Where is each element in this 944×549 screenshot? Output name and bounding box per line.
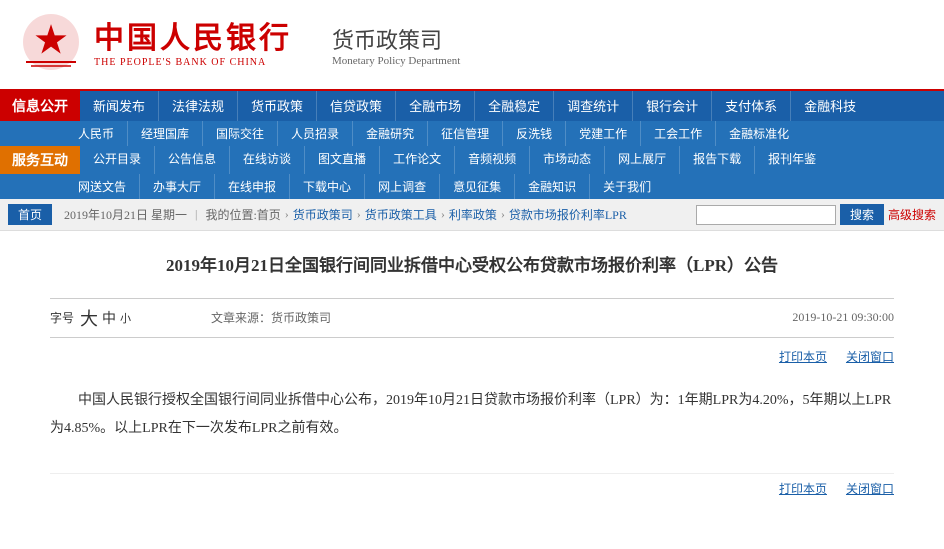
breadcrumb-lpr[interactable]: 贷款市场报价利率LPR (509, 206, 627, 223)
dept-en: Monetary Policy Department (332, 55, 460, 67)
breadcrumb-sep4: › (501, 207, 505, 222)
nav-item-intl[interactable]: 国际交往 (203, 121, 278, 146)
print-link-top[interactable]: 打印本页 (779, 350, 827, 364)
article-meta: 字号 大 中 小 文章来源：货币政策司 2019-10-21 09:30:00 (50, 298, 894, 338)
nav-item-catalog[interactable]: 公开目录 (80, 146, 155, 174)
nav-item-notice[interactable]: 公告信息 (155, 146, 230, 174)
nav-label-placeholder1 (0, 121, 65, 146)
nav-row4: 网送文告 办事大厅 在线申报 下载中心 网上调查 意见征集 金融知识 关于我们 (0, 174, 944, 199)
article-date: 2019-10-21 09:30:00 (792, 310, 894, 325)
breadcrumb-rate[interactable]: 利率政策 (449, 206, 497, 223)
nav-item-download[interactable]: 下载中心 (290, 174, 365, 199)
nav-item-finmarket[interactable]: 全融市场 (396, 91, 475, 121)
close-link-top[interactable]: 关闭窗口 (846, 350, 894, 364)
nav-item-about[interactable]: 关于我们 (590, 174, 664, 199)
nav-row2: 人民币 经理国库 国际交往 人员招录 金融研究 征信管理 反洗钱 党建工作 工会… (0, 121, 944, 146)
breadcrumb-sep1: › (285, 207, 289, 222)
nav-item-interview[interactable]: 在线访谈 (230, 146, 305, 174)
font-medium-btn[interactable]: 中 (102, 308, 116, 328)
action-bar-bottom: 打印本页 关闭窗口 (50, 473, 894, 503)
logo-cn: 中国人民银行 (94, 21, 292, 57)
nav-items-row3: 公开目录 公告信息 在线访谈 图文直播 工作论文 音频视频 市场动态 网上展厅 … (80, 146, 944, 174)
nav-label-info: 信息公开 (0, 91, 80, 121)
breadcrumb-date: 2019年10月21日 星期一 (64, 206, 187, 223)
content-area: 2019年10月21日全国银行间同业拆借中心受权公布贷款市场报价利率（LPR）公… (0, 231, 944, 523)
breadcrumb-divider: | (195, 207, 197, 222)
print-link-bottom[interactable]: 打印本页 (779, 482, 827, 496)
nav-item-audio[interactable]: 音频视频 (455, 146, 530, 174)
font-size-label: 字号 (50, 309, 74, 326)
article-body: 中国人民银行授权全国银行间同业拆借中心公布，2019年10月21日贷款市场报价利… (50, 377, 894, 453)
breadcrumb-bar: 首页 2019年10月21日 星期一 | 我的位置:首页 › 货币政策司 › 货… (0, 199, 944, 231)
breadcrumb-sep2: › (357, 207, 361, 222)
nav-item-accounting[interactable]: 银行会计 (633, 91, 712, 121)
logo-en: THE PEOPLE'S BANK OF CHINA (94, 57, 292, 68)
nav-items-row2: 人民币 经理国库 国际交往 人员招录 金融研究 征信管理 反洗钱 党建工作 工会… (65, 121, 944, 146)
article-title: 2019年10月21日全国银行间同业拆借中心受权公布贷款市场报价利率（LPR）公… (50, 251, 894, 282)
breadcrumb-sep3: › (441, 207, 445, 222)
source-value: 货币政策司 (271, 311, 331, 325)
nav-item-credit-mgmt[interactable]: 征信管理 (428, 121, 503, 146)
nav-item-comments[interactable]: 意见征集 (440, 174, 515, 199)
nav-item-party[interactable]: 党建工作 (566, 121, 641, 146)
nav-label-placeholder2 (0, 174, 65, 199)
nav-item-law[interactable]: 法律法规 (159, 91, 238, 121)
breadcrumb-location-label: 我的位置:首页 (205, 206, 280, 223)
nav-item-fax[interactable]: 网送文告 (65, 174, 140, 199)
nav-item-exhibition[interactable]: 网上展厅 (605, 146, 680, 174)
font-large-btn[interactable]: 大 (80, 305, 98, 331)
dept-area: 货币政策司 Monetary Policy Department (332, 23, 460, 67)
nav-items-row4: 网送文告 办事大厅 在线申报 下载中心 网上调查 意见征集 金融知识 关于我们 (65, 174, 944, 199)
advanced-search-link[interactable]: 高级搜索 (888, 206, 936, 223)
nav-item-union[interactable]: 工会工作 (641, 121, 716, 146)
nav-item-news[interactable]: 新闻发布 (80, 91, 159, 121)
nav-item-yearbook[interactable]: 报刊年鉴 (755, 146, 829, 174)
nav-item-fintech[interactable]: 金融科技 (791, 91, 869, 121)
search-button[interactable]: 搜索 (840, 204, 884, 225)
nav-item-finresearch[interactable]: 金融研究 (353, 121, 428, 146)
close-link-bottom[interactable]: 关闭窗口 (846, 482, 894, 496)
nav-item-recruit[interactable]: 人员招录 (278, 121, 353, 146)
header: ★ 中国人民银行 THE PEOPLE'S BANK OF CHINA 货币政策… (0, 0, 944, 91)
nav-item-market[interactable]: 市场动态 (530, 146, 605, 174)
nav-item-aml[interactable]: 反洗钱 (503, 121, 566, 146)
nav-row3: 服务互动 公开目录 公告信息 在线访谈 图文直播 工作论文 音频视频 市场动态 … (0, 146, 944, 174)
breadcrumb-home-btn[interactable]: 首页 (8, 204, 52, 225)
source-label: 文章来源：货币政策司 (211, 309, 331, 326)
nav-item-report[interactable]: 报告下载 (680, 146, 755, 174)
nav-items-row1: 新闻发布 法律法规 货币政策 信贷政策 全融市场 全融稳定 调查统计 银行会计 … (80, 91, 944, 121)
nav-item-credit[interactable]: 信贷政策 (317, 91, 396, 121)
nav-item-treasury[interactable]: 经理国库 (128, 121, 203, 146)
nav-item-finedu[interactable]: 金融知识 (515, 174, 590, 199)
logo-text: 中国人民银行 THE PEOPLE'S BANK OF CHINA (94, 21, 292, 68)
nav-item-survey[interactable]: 调查统计 (554, 91, 633, 121)
nav-item-rmb[interactable]: 人民币 (65, 121, 128, 146)
nav-item-online-report[interactable]: 在线申报 (215, 174, 290, 199)
nav-item-finstandard[interactable]: 金融标准化 (716, 121, 802, 146)
dept-cn: 货币政策司 (332, 23, 460, 55)
nav-item-payment[interactable]: 支付体系 (712, 91, 791, 121)
nav-label-service: 服务互动 (0, 146, 80, 174)
action-bar-top: 打印本页 关闭窗口 (50, 344, 894, 369)
nav-item-photostream[interactable]: 图文直播 (305, 146, 380, 174)
svg-text:★: ★ (35, 20, 67, 60)
nav-item-paper[interactable]: 工作论文 (380, 146, 455, 174)
font-small-btn[interactable]: 小 (120, 310, 131, 326)
nav-item-monetary[interactable]: 货币政策 (238, 91, 317, 121)
breadcrumb-tool[interactable]: 货币政策工具 (365, 206, 437, 223)
nav-row1: 信息公开 新闻发布 法律法规 货币政策 信贷政策 全融市场 全融稳定 调查统计 … (0, 91, 944, 121)
nav-item-finstability[interactable]: 全融稳定 (475, 91, 554, 121)
search-input[interactable] (696, 205, 836, 225)
nav-item-survey2[interactable]: 网上调查 (365, 174, 440, 199)
breadcrumb-monetary[interactable]: 货币政策司 (293, 206, 353, 223)
logo-emblem: ★ (16, 10, 86, 79)
nav-item-office[interactable]: 办事大厅 (140, 174, 215, 199)
